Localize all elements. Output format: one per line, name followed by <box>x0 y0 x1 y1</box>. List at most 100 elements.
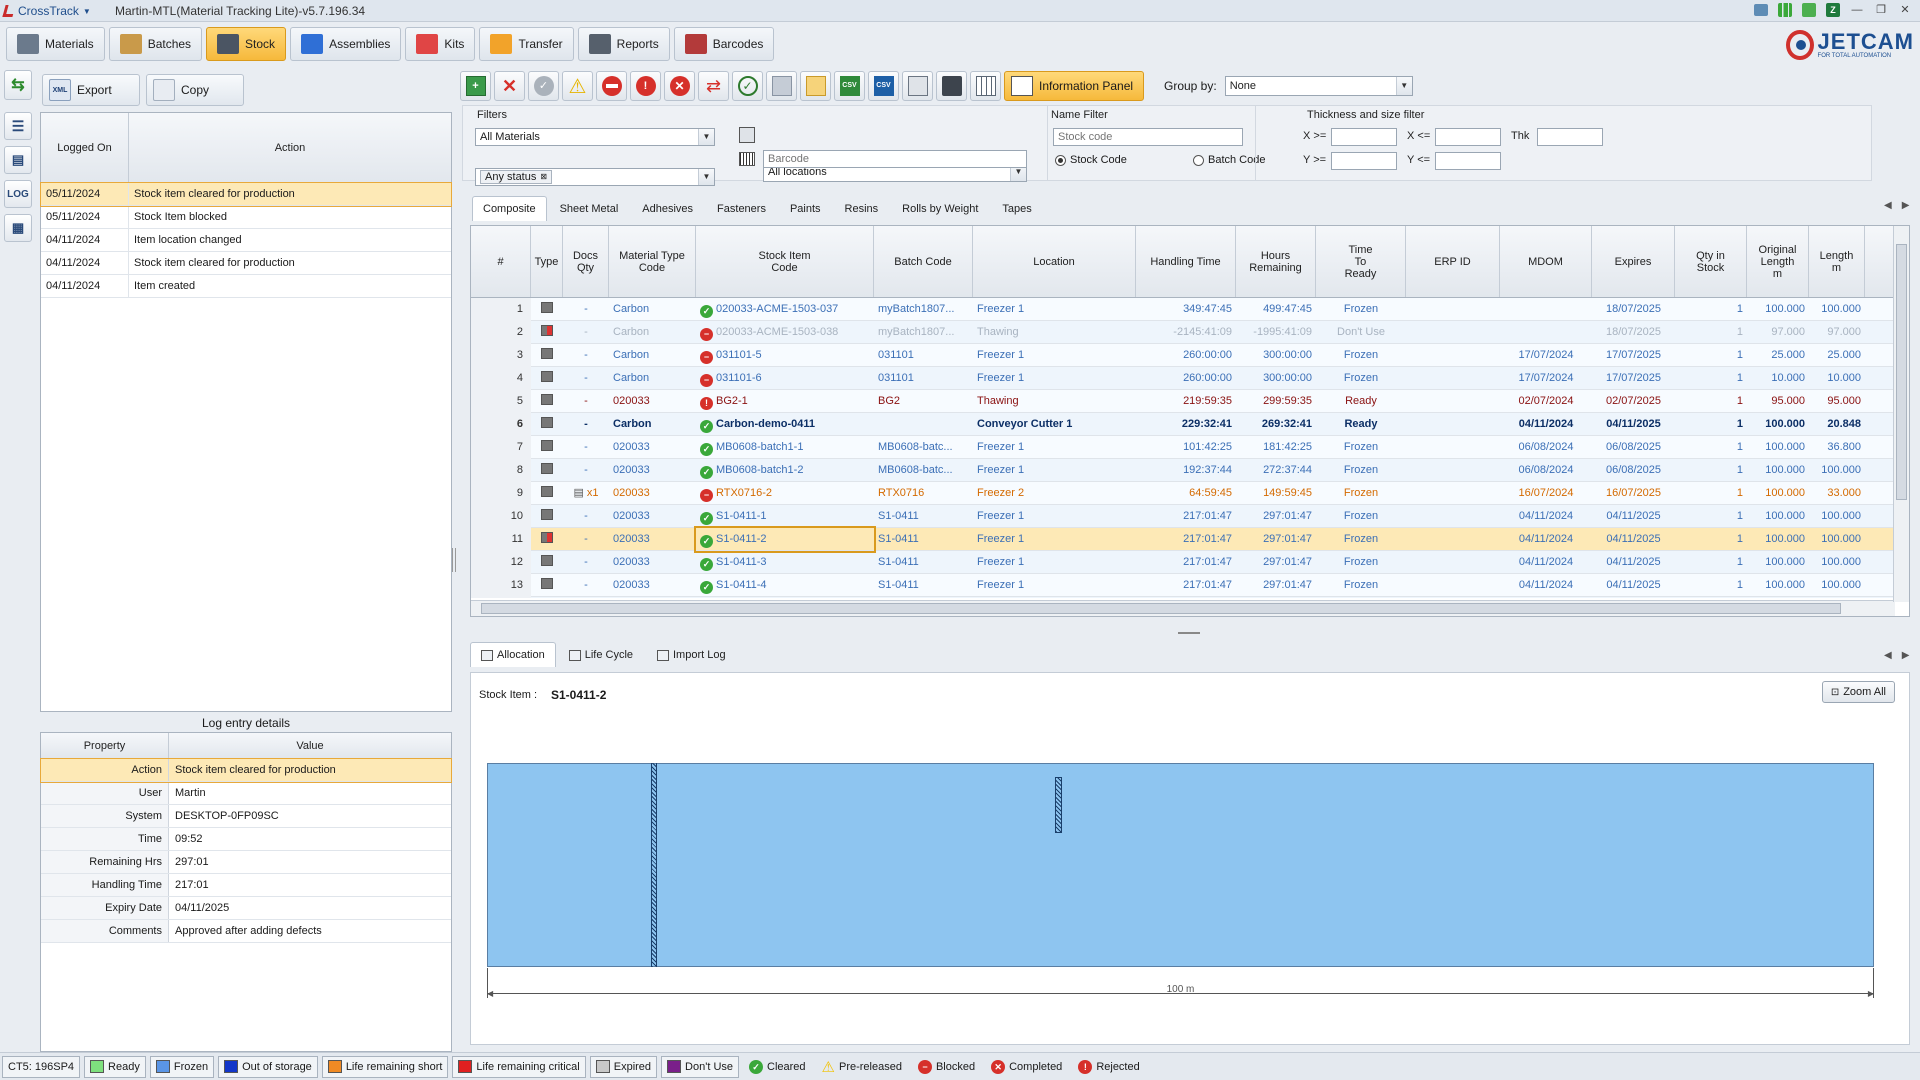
tab-stock[interactable]: Stock <box>206 27 287 61</box>
vertical-scrollbar[interactable] <box>1893 226 1909 602</box>
complete-button[interactable]: ✕ <box>664 71 695 101</box>
document-view-button[interactable]: ▤ <box>4 146 32 174</box>
tab-fasteners[interactable]: Fasteners <box>706 196 777 221</box>
minimize-icon[interactable]: — <box>1848 2 1866 18</box>
tab-assemblies[interactable]: Assemblies <box>290 27 402 61</box>
stock-row[interactable]: 14 -020033✓S1-0411-5S1-0411Freezer 1217:0… <box>471 596 1909 598</box>
log-row[interactable]: 04/11/2024 Item created <box>41 275 451 298</box>
app-menu[interactable]: CrossTrack ▼ <box>2 3 91 19</box>
detail-row[interactable]: User Martin <box>41 782 451 805</box>
zoom-all-button[interactable]: ⊡ Zoom All <box>1821 681 1895 703</box>
print-preview-button[interactable] <box>902 71 933 101</box>
block-button[interactable] <box>596 71 627 101</box>
swap-arrows-button[interactable]: ⇆ <box>4 70 32 100</box>
excel-icon[interactable]: Z <box>1824 2 1842 18</box>
tab-scroll-right-icon[interactable]: ▶ <box>1902 200 1910 211</box>
log-view-button[interactable]: LOG <box>4 180 32 208</box>
x-max-input[interactable] <box>1435 128 1501 146</box>
detail-row[interactable]: Time 09:52 <box>41 828 451 851</box>
x-min-input[interactable] <box>1331 128 1397 146</box>
detail-row[interactable]: Handling Time 217:01 <box>41 874 451 897</box>
horizontal-splitter[interactable] <box>1178 632 1200 634</box>
tab-scroll-left-icon[interactable]: ◀ <box>1884 200 1892 211</box>
y-min-input[interactable] <box>1331 152 1397 170</box>
tab-adhesives[interactable]: Adhesives <box>631 196 704 221</box>
clear-button[interactable]: ✓ <box>528 71 559 101</box>
vertical-splitter[interactable] <box>452 548 456 572</box>
print-button[interactable] <box>936 71 967 101</box>
stock-row[interactable]: 11-020033 ✓ S1-0411-2 S1-0411 Freezer 1 217:0… <box>471 525 1909 553</box>
detail-row[interactable]: Remaining Hrs 297:01 <box>41 851 451 874</box>
tab-life-cycle[interactable]: Life Cycle <box>558 642 644 667</box>
transfer-button[interactable]: ⇄ <box>698 71 729 101</box>
tab-materials[interactable]: Materials <box>6 27 105 61</box>
timer-button[interactable]: ✓ <box>732 71 763 101</box>
export-button[interactable]: XML Export <box>42 74 140 106</box>
column-header-ttr[interactable]: Time To Ready <box>1316 226 1406 297</box>
stock-row[interactable]: 6 - Carbon ✓ Carbon-demo-0411 Conveyor Cutter… <box>471 412 1909 436</box>
stock-row[interactable]: 2 - Carbon −020033-ACME-1503-038 myBatch1807… <box>471 320 1909 344</box>
tab-scroll-right-icon[interactable]: ▶ <box>1902 650 1910 661</box>
chevron-down-icon[interactable]: ▼ <box>1395 77 1412 95</box>
stock-row[interactable]: 1 - Carbon ✓ 020033-ACME-1503-037 myBatch1807… <box>471 298 1909 321</box>
status-filter-select[interactable]: Any status ⊠ ▼ <box>475 168 715 186</box>
stock-row[interactable]: 8 - 020033 ✓ MB0608-batch1-2 MB0608-batc... Fr… <box>471 458 1909 482</box>
roll-button[interactable] <box>766 71 797 101</box>
tab-tapes[interactable]: Tapes <box>991 196 1042 221</box>
folder-icon[interactable] <box>1800 2 1818 18</box>
column-header-action[interactable]: Action <box>129 113 451 182</box>
list-view-button[interactable]: ☰ <box>4 112 32 140</box>
column-header-batch[interactable]: Batch Code <box>874 226 973 297</box>
delete-button[interactable]: ✕ <box>494 71 525 101</box>
tab-resins[interactable]: Resins <box>834 196 890 221</box>
copy-button[interactable]: Copy <box>146 74 244 106</box>
stock-row[interactable]: 12 - 020033 ✓ S1-0411-3 S1-0411 Freezer 1 217:0… <box>471 550 1909 574</box>
tab-reports[interactable]: Reports <box>577 27 670 61</box>
column-header-docs[interactable]: Docs Qty <box>563 226 609 297</box>
column-header-erp[interactable]: ERP ID <box>1406 226 1500 297</box>
column-header-hr[interactable]: Hours Remaining <box>1236 226 1316 297</box>
tab-scroll-left-icon[interactable]: ◀ <box>1884 650 1892 661</box>
scroll-thumb[interactable] <box>1896 244 1907 500</box>
tab-paints[interactable]: Paints <box>779 196 832 221</box>
log-row[interactable]: 05/11/2024 Stock Item blocked <box>41 206 451 229</box>
stock-row[interactable]: 13-020033 ✓ S1-0411-4 S1-0411 Freezer 1 217:0… <box>471 573 1909 597</box>
stock-code-input[interactable] <box>1053 128 1243 146</box>
close-icon[interactable]: ✕ <box>1896 2 1914 18</box>
stock-row[interactable]: 4 - Carbon −031101-6 031101 Freezer 1 260:00:0… <box>471 366 1909 390</box>
column-header-qty[interactable]: Qty in Stock <box>1675 226 1747 297</box>
pre-release-button[interactable]: ⚠ <box>562 71 593 101</box>
y-max-input[interactable] <box>1435 152 1501 170</box>
column-header-sic[interactable]: Stock Item Code <box>696 226 874 297</box>
tab-transfer[interactable]: Transfer <box>479 27 574 61</box>
log-row[interactable]: 05/11/2024 Stock item cleared for product… <box>40 182 452 207</box>
reject-button[interactable]: ! <box>630 71 661 101</box>
stock-row[interactable]: 10 - 020033 ✓ S1-0411-1 S1-0411 Freezer 1 217:0… <box>471 504 1909 528</box>
thickness-input[interactable] <box>1537 128 1603 146</box>
bar-chart-icon[interactable] <box>1776 2 1794 18</box>
tab-batches[interactable]: Batches <box>108 27 203 61</box>
stock-row[interactable]: 9 ▤ x1 020033 − RTX0716-2 RTX0716 Freezer 2 64:5… <box>471 481 1909 505</box>
column-header-mat[interactable]: Material Type Code <box>609 226 696 297</box>
stock-row[interactable]: 5-020033! BG2-1 BG2 Thawing 219:59:35 299:59:… <box>471 389 1909 413</box>
stock-row[interactable]: 7 - 020033 ✓ MB0608-batch1-1 MB0608-batc... Fr… <box>471 435 1909 459</box>
column-header-exp[interactable]: Expires <box>1592 226 1675 297</box>
label-button[interactable] <box>800 71 831 101</box>
tab-sheet-metal[interactable]: Sheet Metal <box>549 196 630 221</box>
log-row[interactable]: 04/11/2024 Stock item cleared for product… <box>41 252 451 275</box>
column-header-logged-on[interactable]: Logged On <box>41 113 129 182</box>
tab-import-log[interactable]: Import Log <box>646 642 737 667</box>
add-stock-button[interactable]: + <box>460 71 491 101</box>
chevron-down-icon[interactable]: ▼ <box>698 169 714 185</box>
table-view-button[interactable]: ▦ <box>4 214 32 242</box>
csv-export-button[interactable]: CSV <box>868 71 899 101</box>
column-header-ht[interactable]: Handling Time <box>1136 226 1236 297</box>
barcode-input[interactable] <box>763 150 1027 168</box>
tab-allocation[interactable]: Allocation <box>470 642 556 667</box>
csv-import-button[interactable]: CSV <box>834 71 865 101</box>
document-icon[interactable]: ▤ <box>573 487 583 499</box>
detail-row[interactable]: Comments Approved after adding defects <box>41 920 451 943</box>
stock-row[interactable]: 3 - Carbon −031101-5 031101 Freezer 1 260:00:0… <box>471 343 1909 367</box>
scroll-thumb[interactable] <box>481 603 1841 614</box>
chip-close-icon[interactable]: ⊠ <box>540 171 547 183</box>
